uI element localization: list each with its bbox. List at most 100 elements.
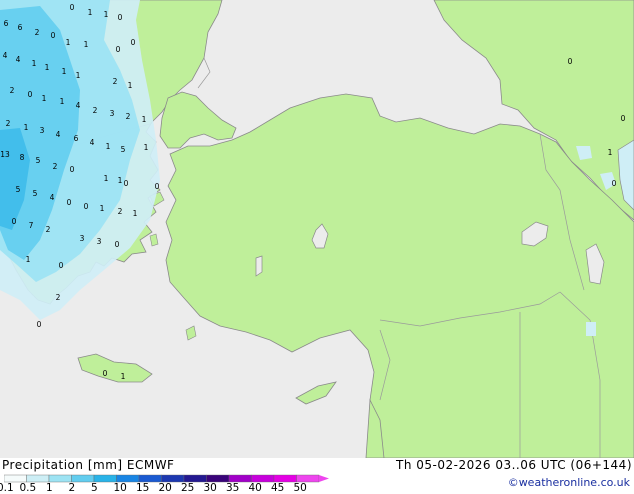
precip-value-label: 1 [24, 123, 29, 132]
colorbar-tick-label: 2 [68, 482, 76, 494]
colorbar-tick-label: 20 [158, 482, 172, 494]
colorbar-tick-label: 10 [113, 482, 127, 494]
precip-value-label: 0 [103, 369, 108, 378]
precip-value-label: 0 [70, 165, 75, 174]
precip-value-label: 3 [80, 234, 85, 243]
precip-value-label: 6 [18, 23, 23, 32]
colorbar-segment [48, 474, 72, 483]
colorbar-segment [228, 474, 252, 483]
precip-value-label: 0 [612, 179, 617, 188]
precip-value-label: 4 [50, 193, 55, 202]
colorbar-tick-label: 30 [203, 482, 217, 494]
precip-value-label: 1 [133, 209, 138, 218]
precip-value-label: 1 [26, 255, 31, 264]
precip-value-label: 2 [6, 119, 11, 128]
precip-value-label: 1 [104, 10, 109, 19]
precip-value-label: 4 [3, 51, 8, 60]
colorbar-segment [71, 474, 95, 483]
precip-value-label: 0 [51, 31, 56, 40]
precip-value-label: 5 [121, 145, 126, 154]
precip-value-label: 0 [118, 13, 123, 22]
colorbar-tick-label: 35 [226, 482, 240, 494]
map-footer: Precipitation [mm] ECMWF Th 05-02-2026 0… [0, 458, 634, 494]
colorbar-segment [296, 474, 320, 483]
precip-value-label: 0 [131, 38, 136, 47]
precip-value-label: 1 [104, 174, 109, 183]
precip-value-label: 0 [84, 202, 89, 211]
colorbar-segment [116, 474, 140, 483]
precip-value-label: 4 [16, 55, 21, 64]
colorbar-segment [138, 474, 162, 483]
colorbar-tick-label: 40 [248, 482, 262, 494]
colorbar-tick-label: 25 [181, 482, 195, 494]
colorbar-tick-label: 50 [293, 482, 307, 494]
precip-value-label: 0 [115, 240, 120, 249]
precip-value-label: 1 [100, 204, 105, 213]
precip-value-label: 2 [35, 28, 40, 37]
precip-value-label: 1 [121, 372, 126, 381]
colorbar-segment [161, 474, 185, 483]
precip-value-label: 2 [10, 86, 15, 95]
precip-value-label: 3 [110, 109, 115, 118]
colorbar-tick-label: 1 [46, 482, 53, 494]
colorbar-segment [93, 474, 117, 483]
precip-value-label: 0 [621, 114, 626, 123]
precip-value-label: 1 [60, 97, 65, 106]
colorbar-tick-label: 0.1 [0, 482, 14, 494]
colorbar-segment [273, 474, 297, 483]
precip-value-label: 1 [32, 59, 37, 68]
precip-value-label: 0 [67, 198, 72, 207]
colorbar-tick-label: 0.5 [19, 482, 37, 494]
precip-value-label: 5 [33, 189, 38, 198]
precip-value-label: 1 [42, 94, 47, 103]
precip-value-label: 0 [568, 57, 573, 66]
precip-value-label: 4 [90, 138, 95, 147]
precip-value-label: 1 [76, 71, 81, 80]
precip-value-label: 0 [28, 90, 33, 99]
precip-value-label: 1 [106, 142, 111, 151]
precip-value-label: 7 [29, 221, 34, 230]
precip-value-label: 2 [46, 225, 51, 234]
precip-value-label: 1 [84, 40, 89, 49]
precip-value-label: 1 [45, 63, 50, 72]
precip-value-label: 1 [88, 8, 93, 17]
precip-value-label: 4 [76, 101, 81, 110]
precip-value-label: 4 [56, 130, 61, 139]
precip-value-label: 1 [608, 148, 613, 157]
colorbar-tick-label: 5 [91, 482, 98, 494]
precip-value-label: 2 [126, 112, 131, 121]
credit-link[interactable]: ©weatheronline.co.uk [508, 476, 630, 489]
precip-value-label: 0 [124, 179, 129, 188]
precip-value-label: 0 [12, 217, 17, 226]
precip-value-label: 1 [118, 176, 123, 185]
precip-value-label: 0 [59, 261, 64, 270]
colorbar-arrow [319, 475, 329, 482]
precip-value-label: 3 [40, 126, 45, 135]
precip-value-label: 6 [74, 134, 79, 143]
precip-value-label: 0 [70, 3, 75, 12]
colorbar-segment [4, 474, 27, 483]
precip-value-label: 5 [16, 185, 21, 194]
forecast-datetime: Th 05-02-2026 03..06 UTC (06+144) [396, 458, 632, 472]
precip-value-label: 1 [66, 38, 71, 47]
precipitation-map: 01 1 06 62 01 1004 4 1 1 1 12 12 0 1 1 42 3 2 12 1 3 4 6 4 1 5 113… [0, 0, 634, 458]
precip-value-label: 8 [20, 153, 25, 162]
colorbar-tick-label: 15 [136, 482, 150, 494]
precip-value-label: 2 [53, 162, 58, 171]
precip-value-label: 6 [4, 19, 9, 28]
map-title: Precipitation [mm] ECMWF [2, 458, 175, 472]
precip-value-label: 0 [37, 320, 42, 329]
precip-value-label: 13 [0, 150, 10, 159]
precip-value-label: 3 [97, 237, 102, 246]
precip-value-label: 0 [155, 182, 160, 191]
colorbar-segment [251, 474, 275, 483]
precip-value-label: 1 [144, 143, 149, 152]
precip-value-label: 5 [36, 156, 41, 165]
precip-value-label: 1 [128, 81, 133, 90]
colorbar-tick-label: 45 [271, 482, 285, 494]
precip-value-label: 2 [113, 77, 118, 86]
precip-value-label: 1 [62, 67, 67, 76]
colorbar-segment [206, 474, 230, 483]
precip-value-label: 0 [116, 45, 121, 54]
precip-value-label: 2 [56, 293, 61, 302]
